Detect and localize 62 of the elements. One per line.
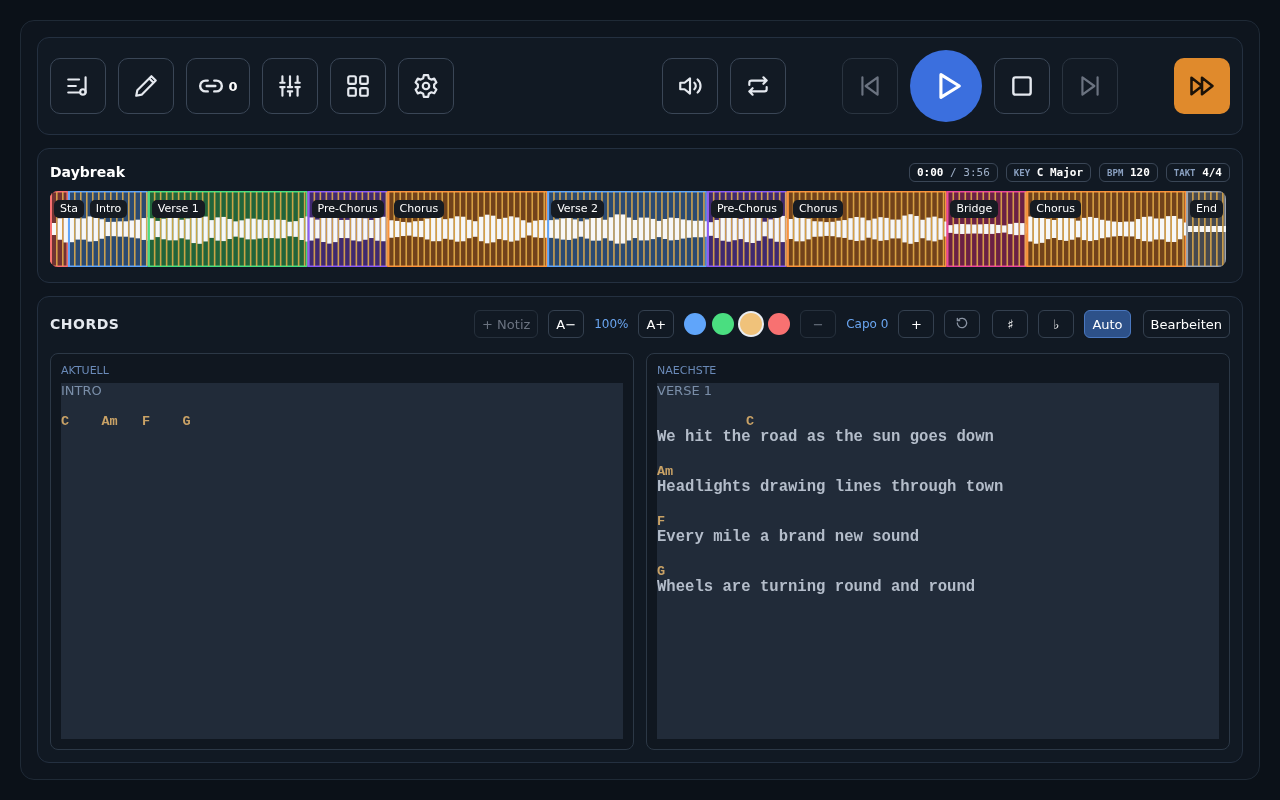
meter-pill: TAKT 4/4	[1165, 162, 1230, 182]
section-label[interactable]: Verse 1	[151, 200, 205, 218]
capo-up-button[interactable]: +	[898, 310, 935, 338]
lyric-line: Wheels are turning round and round	[657, 579, 976, 595]
lyric-line: We hit the road as the sun goes down	[657, 429, 994, 445]
color-swatch[interactable]	[684, 313, 707, 335]
color-swatch[interactable]	[768, 313, 791, 335]
font-larger-button[interactable]: A+	[638, 310, 675, 338]
color-swatch[interactable]	[740, 313, 763, 335]
stop-icon	[1009, 73, 1035, 99]
lyric-line: Every mile a brand new sound	[657, 529, 920, 545]
waveform-drawing[interactable]	[50, 191, 1226, 267]
pencil-icon	[133, 73, 159, 99]
link-button[interactable]: 0	[186, 58, 250, 114]
settings-button[interactable]	[398, 58, 454, 114]
lyric-line: Headlights drawing lines through town	[657, 479, 1004, 495]
reset-button[interactable]	[944, 310, 981, 338]
song-title: Daybreak	[50, 164, 125, 180]
zoom-level: 100%	[594, 317, 629, 331]
stop-button[interactable]	[994, 58, 1050, 114]
edit-button[interactable]: Bearbeiten	[1142, 310, 1230, 338]
mixer-button[interactable]	[262, 58, 318, 114]
song-list-button[interactable]	[50, 58, 106, 114]
pane-heading: AKTUELL	[61, 364, 110, 377]
reset-icon	[955, 315, 970, 330]
settings-icon	[413, 73, 439, 99]
bpm-pill: BPM 120	[1099, 162, 1158, 182]
pane-heading: NAECHSTE	[657, 364, 718, 377]
capo-value: Capo 0	[846, 317, 889, 331]
fast-forward-button[interactable]	[1174, 58, 1230, 114]
time-pill: 0:00 / 3:56	[908, 162, 998, 182]
auto-button[interactable]: Auto	[1084, 310, 1131, 338]
font-smaller-button[interactable]: A−	[548, 310, 585, 338]
section-label[interactable]: Chorus	[792, 200, 844, 218]
section-name: VERSE 1	[657, 383, 712, 398]
section-label[interactable]: Intro	[89, 200, 128, 218]
chord-line: C Am F G	[61, 414, 191, 429]
chord-line: G	[657, 564, 666, 579]
grid-button[interactable]	[330, 58, 386, 114]
section-label[interactable]: Bridge	[950, 200, 999, 218]
chord-line: Am	[657, 464, 674, 479]
loop-button[interactable]	[730, 58, 786, 114]
panel-title: CHORDS	[50, 316, 120, 332]
repeat-icon	[745, 73, 771, 99]
section-label[interactable]: Sta	[54, 200, 85, 218]
section-label[interactable]: Chorus	[393, 200, 445, 218]
color-swatch[interactable]	[712, 313, 735, 335]
section-label[interactable]: Pre-Chorus	[311, 200, 384, 218]
section-label[interactable]: Chorus	[1030, 200, 1081, 218]
section-label[interactable]: End	[1190, 200, 1223, 218]
edit-button[interactable]	[118, 58, 174, 114]
sliders-icon	[277, 73, 303, 99]
volume-button[interactable]	[662, 58, 718, 114]
key-pill: KEY C Major	[1005, 162, 1092, 182]
flat-button[interactable]: ♭	[1038, 310, 1075, 338]
chord-line: F	[657, 514, 666, 529]
chord-line: C	[745, 414, 755, 429]
grid-icon	[345, 73, 371, 99]
section-label[interactable]: Pre-Chorus	[710, 200, 783, 218]
sharp-button[interactable]: ♯	[992, 310, 1029, 338]
section-name: INTRO	[61, 383, 102, 398]
section-label[interactable]: Verse 2	[551, 200, 605, 218]
